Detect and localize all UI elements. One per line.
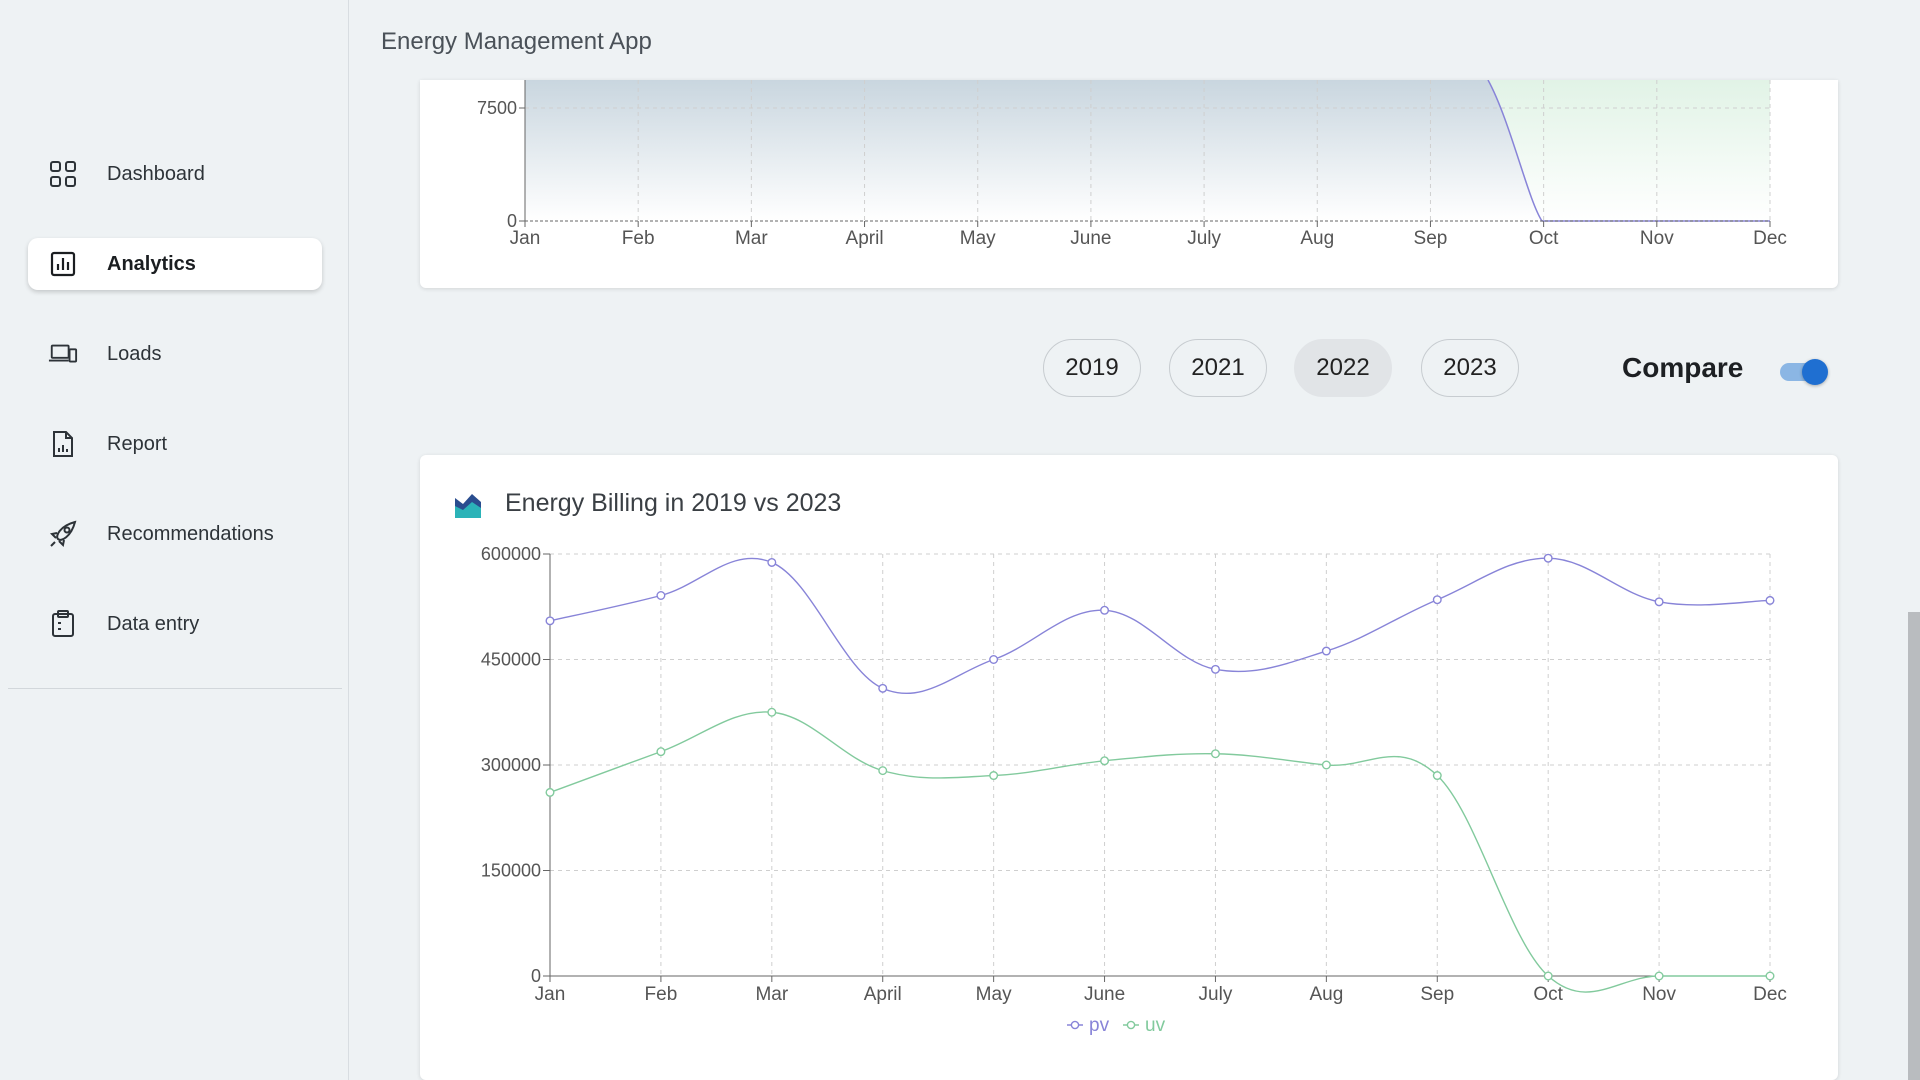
x-tick-label: May (976, 984, 1012, 1005)
sidebar-item-analytics[interactable]: Analytics (28, 238, 322, 290)
sidebar-item-recommendations[interactable]: Recommendations (28, 508, 322, 560)
x-tick-label: Nov (1640, 228, 1674, 249)
x-tick-label: Aug (1300, 228, 1334, 249)
x-tick-label: July (1187, 228, 1221, 249)
data-point-pv (878, 683, 888, 693)
toggle-thumb (1802, 359, 1828, 385)
x-tick-label: June (1084, 984, 1125, 1005)
x-tick-label: Jan (510, 228, 541, 249)
year-button-2022[interactable]: 2022 (1294, 339, 1392, 397)
y-tick-label: 0 (531, 966, 541, 986)
x-tick-label: June (1070, 228, 1111, 249)
page-scrollbar[interactable] (1908, 612, 1920, 1080)
area-chart-icon (454, 490, 482, 518)
sidebar: Dashboard Analytics Loads Report Recomme… (0, 0, 349, 1080)
data-point-uv (1210, 749, 1220, 759)
x-tick-label: Oct (1529, 228, 1559, 249)
sidebar-item-report[interactable]: Report (28, 418, 322, 470)
x-tick-label: April (864, 984, 902, 1005)
y-tick-label: 300000 (481, 755, 541, 775)
x-tick-label: Aug (1309, 984, 1343, 1005)
app-title: Energy Management App (381, 28, 652, 55)
series-line-uv (549, 711, 1770, 993)
legend-label-pv: pv (1089, 1015, 1110, 1036)
data-point-uv (878, 766, 888, 776)
rocket-icon (48, 519, 78, 549)
data-point-uv (767, 707, 777, 717)
sidebar-item-label: Report (107, 432, 168, 455)
sidebar-item-label: Dashboard (107, 162, 205, 185)
chart-title: Energy Billing in 2019 vs 2023 (505, 489, 842, 517)
legend-marker-point (1070, 1020, 1080, 1030)
data-point-uv (989, 771, 999, 781)
data-point-uv (1100, 756, 1110, 766)
data-point-uv (1765, 971, 1775, 981)
data-point-pv (1210, 664, 1220, 674)
top-chart: 75000Jan Feb Mar April May June July Aug Sep Oct N… (477, 79, 1787, 249)
sidebar-item-label: Loads (107, 342, 162, 365)
x-tick-label: Mar (735, 228, 768, 249)
data-point-uv (656, 747, 666, 757)
data-point-pv (656, 590, 666, 600)
year-button-2019[interactable]: 2019 (1043, 339, 1141, 397)
data-point-uv (545, 787, 555, 797)
compare-label: Compare (1622, 352, 1744, 383)
sidebar-item-label: Analytics (107, 252, 196, 275)
grid-icon (48, 159, 78, 189)
series-line-pv (549, 557, 1771, 694)
x-tick-label: Oct (1533, 984, 1563, 1005)
legend-label-uv: uv (1145, 1015, 1166, 1036)
data-point-uv (1654, 971, 1664, 981)
sidebar-item-label: Data entry (107, 612, 200, 635)
x-tick-label: May (960, 228, 996, 249)
year-button-2023[interactable]: 2023 (1421, 339, 1519, 397)
sidebar-item-label: Recommendations (107, 522, 274, 545)
y-tick-label: 450000 (481, 650, 541, 670)
y-tick-label: 7500 (477, 98, 517, 118)
x-tick-label: Mar (755, 984, 788, 1005)
x-tick-label: Sep (1414, 228, 1448, 249)
compare-toggle[interactable] (1780, 359, 1828, 385)
sidebar-item-data-entry[interactable]: Data entry (28, 598, 322, 650)
x-tick-label: Feb (622, 228, 655, 249)
top-chart-card: 7500 0 Jan Feb Mar April May June July Aug Sep Oct N… (420, 79, 1838, 288)
sidebar-item-loads[interactable]: Loads (28, 328, 322, 380)
data-point-uv (1432, 771, 1442, 781)
data-point-pv (767, 557, 777, 567)
x-tick-label: July (1199, 984, 1233, 1005)
data-point-pv (545, 616, 555, 626)
billing-chart: 600000 450000 300000 150000 0Jan Feb Mar April M… (481, 544, 1787, 1036)
data-point-pv (989, 654, 999, 664)
data-point-pv (1100, 605, 1110, 615)
data-point-uv (1543, 971, 1553, 981)
data-point-pv (1432, 595, 1442, 605)
clipboard-icon (48, 609, 78, 639)
x-tick-label: Feb (645, 984, 678, 1005)
data-point-pv (1321, 646, 1331, 656)
y-tick-label: 600000 (481, 544, 541, 564)
data-point-pv (1543, 553, 1553, 563)
x-tick-label: Sep (1420, 984, 1454, 1005)
area-fill-pv (525, 80, 1542, 221)
sidebar-nav: Dashboard Analytics Loads Report Recomme… (28, 148, 322, 688)
data-point-pv (1654, 597, 1664, 607)
x-tick-label: Dec (1753, 984, 1787, 1005)
data-point-pv (1765, 595, 1775, 605)
x-tick-label: Jan (535, 984, 566, 1005)
report-icon (48, 429, 78, 459)
sidebar-divider (8, 688, 342, 689)
x-tick-label: April (846, 228, 884, 249)
data-point-uv (1321, 760, 1331, 770)
sidebar-item-dashboard[interactable]: Dashboard (28, 148, 322, 200)
x-tick-label: Nov (1642, 984, 1676, 1005)
x-tick-label: Dec (1753, 228, 1787, 249)
y-tick-label: 150000 (481, 861, 541, 881)
legend-marker-point (1126, 1020, 1136, 1030)
year-button-2021[interactable]: 2021 (1169, 339, 1267, 397)
devices-icon (48, 339, 78, 369)
bar-chart-icon (48, 249, 78, 279)
